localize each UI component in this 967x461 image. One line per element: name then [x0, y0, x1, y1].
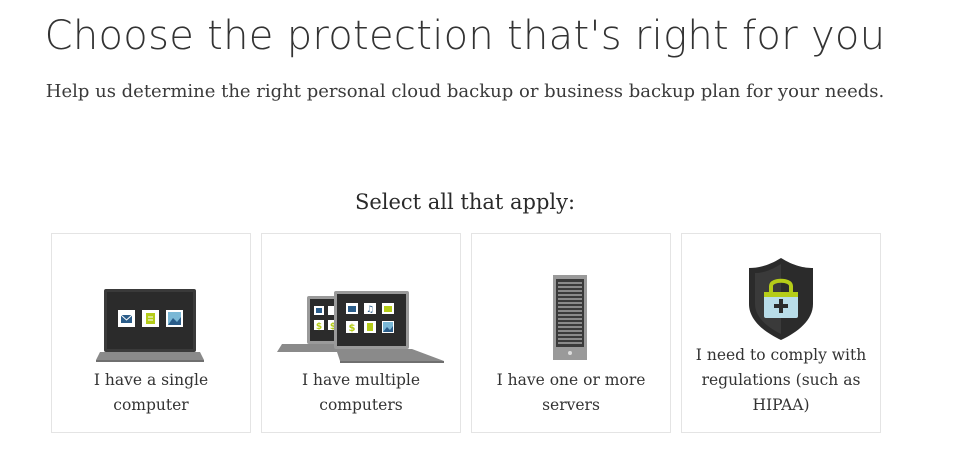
option-card-multiple-computers[interactable]: $ $ ♫ $ I have multiple computers: [261, 233, 461, 433]
option-label: I have one or more servers: [496, 371, 646, 414]
svg-text:$: $: [349, 323, 356, 334]
option-card-compliance[interactable]: I need to comply with regulations (such …: [681, 233, 881, 433]
shield-lock-icon: [749, 258, 813, 340]
option-card-servers[interactable]: I have one or more servers: [471, 233, 671, 433]
option-card-single-computer[interactable]: I have a single computer: [51, 233, 251, 433]
page-title: Choose the protection that's right for y…: [44, 13, 886, 59]
option-label: I have a single computer: [93, 371, 209, 414]
option-label: I need to comply with regulations (such …: [695, 346, 867, 414]
plan-selector-page: Choose the protection that's right for y…: [0, 0, 967, 461]
page-subtitle: Help us determine the right personal clo…: [45, 81, 885, 102]
svg-text:♫: ♫: [366, 305, 374, 315]
svg-text:$: $: [316, 322, 322, 332]
select-prompt: Select all that apply:: [354, 190, 576, 214]
laptop-icon: [96, 289, 204, 362]
multiple-laptops-icon: $ $ ♫ $: [277, 291, 444, 363]
server-icon: [553, 275, 587, 360]
option-label: I have multiple computers: [301, 371, 420, 414]
